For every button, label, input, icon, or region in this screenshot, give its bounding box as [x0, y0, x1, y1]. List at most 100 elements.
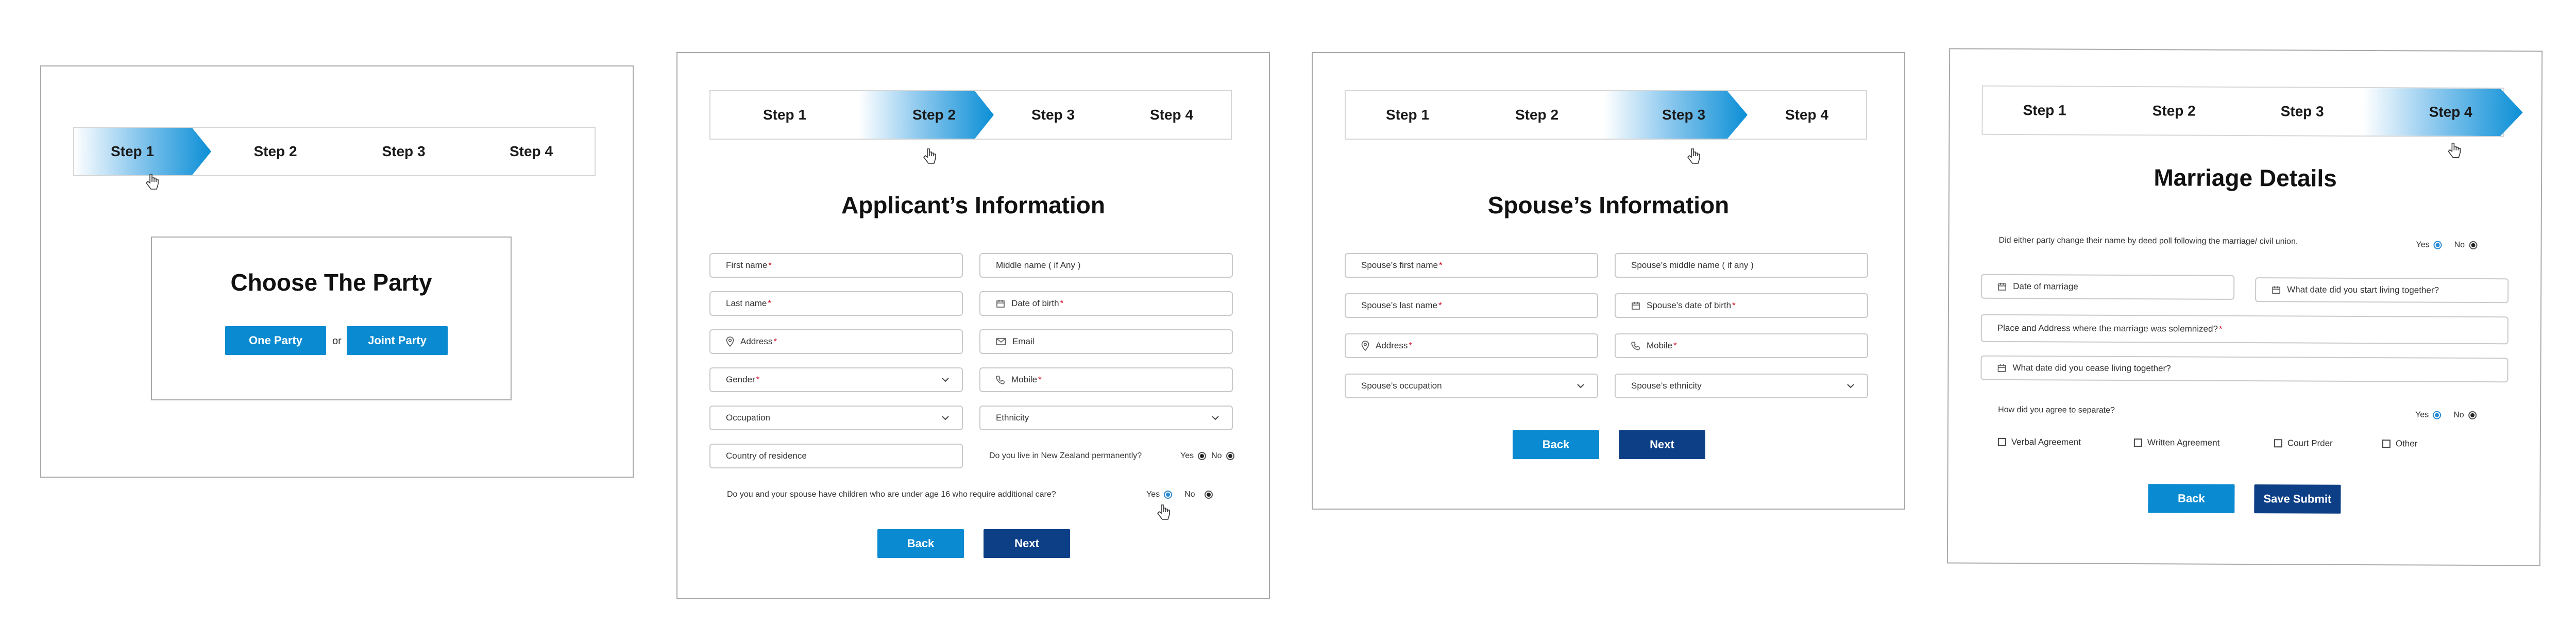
one-party-button[interactable]: One Party: [225, 326, 326, 355]
calendar-icon: [1997, 363, 2006, 373]
checkbox-box: [2133, 439, 2142, 447]
panel-applicant-info: Step 1 Step 2 Step 3 Step 4 Applicant’s …: [676, 52, 1270, 599]
country-of-residence-field[interactable]: Country of residence: [709, 444, 963, 468]
step-1[interactable]: Step 1: [1982, 87, 2106, 134]
no-radio[interactable]: [2469, 241, 2478, 249]
step-1-label: Step 1: [110, 143, 155, 159]
marriage-details-title: Marriage Details: [2154, 164, 2337, 192]
yes-radio[interactable]: [1198, 452, 1207, 460]
step-1[interactable]: Step 1: [710, 91, 859, 139]
step-2[interactable]: Step 2: [859, 91, 994, 139]
date-of-birth-field[interactable]: Date of birth *: [979, 291, 1233, 316]
step-1[interactable]: Step 1: [1346, 91, 1469, 139]
no-radio[interactable]: [1204, 491, 1213, 499]
required-mark: *: [768, 260, 772, 270]
chevron-down-icon: [1212, 416, 1219, 420]
spouse-first-name-label: Spouse’s first name: [1361, 260, 1438, 270]
spouse-first-name-field[interactable]: Spouse’s first name *: [1345, 253, 1598, 278]
spouse-occupation-select[interactable]: Spouse’s occupation: [1345, 374, 1598, 398]
written-agreement-checkbox[interactable]: Written Agreement: [2133, 437, 2219, 448]
no-radio[interactable]: [1226, 452, 1234, 460]
date-of-marriage-field[interactable]: Date of marriage: [1981, 274, 2235, 300]
spouse-last-name-field[interactable]: Spouse’s last name *: [1345, 293, 1598, 318]
step-1-label: Step 1: [2023, 102, 2066, 119]
no-label: No: [2454, 240, 2465, 249]
step-3-label: Step 3: [2280, 103, 2324, 120]
no-radio[interactable]: [2468, 411, 2477, 419]
back-button[interactable]: Back: [2148, 484, 2235, 513]
yes-label: Yes: [1146, 490, 1160, 499]
back-button[interactable]: Back: [877, 529, 964, 558]
step-3-label: Step 3: [1031, 107, 1075, 123]
step-4[interactable]: Step 4: [1112, 91, 1231, 139]
first-name-field[interactable]: First name *: [709, 253, 963, 278]
step-3[interactable]: Step 3: [994, 91, 1112, 139]
applicant-info-title: Applicant’s Information: [841, 192, 1105, 218]
stepper: Step 1 Step 2 Step 3 Step 4: [1981, 85, 2504, 138]
spouse-ethnicity-label: Spouse’s ethnicity: [1631, 381, 1702, 391]
marriage-place-address-field[interactable]: Place and Address where the marriage was…: [1980, 314, 2509, 345]
spouse-mobile-field[interactable]: Mobile *: [1615, 333, 1868, 358]
yes-radio[interactable]: [2433, 411, 2442, 419]
step-4[interactable]: Step 4: [468, 128, 595, 175]
yes-radio[interactable]: [2433, 241, 2442, 249]
email-field[interactable]: Email: [979, 329, 1233, 354]
children-care-radios: Yes No: [1146, 490, 1218, 499]
yes-radio[interactable]: [1164, 491, 1173, 499]
other-checkbox[interactable]: Other: [2382, 439, 2417, 449]
choose-party-card: Choose The Party One Party or Joint Part…: [151, 237, 512, 400]
step-2[interactable]: Step 2: [211, 128, 340, 175]
court-order-checkbox[interactable]: Court Prder: [2274, 438, 2333, 448]
checkbox-box: [2274, 439, 2282, 448]
calendar-icon: [1631, 301, 1640, 310]
last-name-field[interactable]: Last name *: [709, 291, 963, 316]
stepper: Step 1 Step 2 Step 3 Step 4: [709, 90, 1232, 140]
step-2[interactable]: Step 2: [2106, 87, 2241, 135]
spouse-mobile-label: Mobile: [1647, 341, 1673, 350]
phone-icon: [1631, 341, 1640, 350]
spouse-address-field[interactable]: Address *: [1345, 333, 1598, 358]
save-submit-button[interactable]: Save Submit: [2254, 484, 2341, 514]
step-4[interactable]: Step 4: [1748, 91, 1866, 139]
step-4[interactable]: Step 4: [2363, 88, 2522, 136]
next-button[interactable]: Next: [1619, 430, 1705, 459]
cease-living-date-field[interactable]: What date did you cease living together?: [1980, 355, 2509, 383]
chevron-down-icon: [942, 378, 949, 382]
step-2-label: Step 2: [253, 143, 297, 159]
cease-living-label: What date did you cease living together?: [2012, 363, 2171, 374]
calendar-icon: [1997, 282, 2007, 291]
address-field[interactable]: Address *: [709, 329, 963, 354]
step-1[interactable]: Step 1: [74, 128, 211, 175]
spouse-ethnicity-select[interactable]: Spouse’s ethnicity: [1615, 374, 1868, 398]
hand-cursor-icon: [923, 148, 936, 164]
step-1-label: Step 1: [1385, 107, 1430, 123]
step-3[interactable]: Step 3: [340, 128, 468, 175]
calendar-icon: [2272, 285, 2281, 294]
location-pin-icon: [1361, 341, 1369, 351]
mobile-field[interactable]: Mobile *: [979, 367, 1233, 392]
start-living-label: What date did you start living together?: [2287, 284, 2439, 295]
next-button[interactable]: Next: [984, 529, 1070, 558]
start-living-date-field[interactable]: What date did you start living together?: [2255, 277, 2509, 303]
yes-label: Yes: [2415, 410, 2429, 419]
back-button[interactable]: Back: [1513, 430, 1599, 459]
nz-permanent-radios: Yes No: [1180, 451, 1240, 461]
joint-party-button[interactable]: Joint Party: [347, 326, 448, 355]
country-label: Country of residence: [726, 451, 807, 461]
spouse-last-name-label: Spouse’s last name: [1361, 300, 1438, 310]
step-2[interactable]: Step 2: [1469, 91, 1604, 139]
hand-cursor-icon: [1157, 504, 1170, 520]
no-label: No: [2453, 410, 2464, 419]
occupation-select[interactable]: Occupation: [709, 406, 963, 430]
gender-select[interactable]: Gender *: [709, 367, 963, 392]
place-address-label: Place and Address where the marriage was…: [1997, 323, 2218, 334]
step-3[interactable]: Step 3: [1604, 91, 1748, 139]
first-name-label: First name: [726, 260, 768, 270]
verbal-agreement-checkbox[interactable]: Verbal Agreement: [1997, 437, 2081, 448]
middle-name-field[interactable]: Middle name ( if Any ): [979, 253, 1233, 278]
ethnicity-select[interactable]: Ethnicity: [979, 406, 1233, 430]
spouse-middle-name-field[interactable]: Spouse’s middle name ( if any ): [1615, 253, 1868, 278]
required-mark: *: [1409, 341, 1412, 350]
step-3[interactable]: Step 3: [2241, 88, 2363, 136]
spouse-date-of-birth-field[interactable]: Spouse’s date of birth *: [1615, 293, 1868, 318]
